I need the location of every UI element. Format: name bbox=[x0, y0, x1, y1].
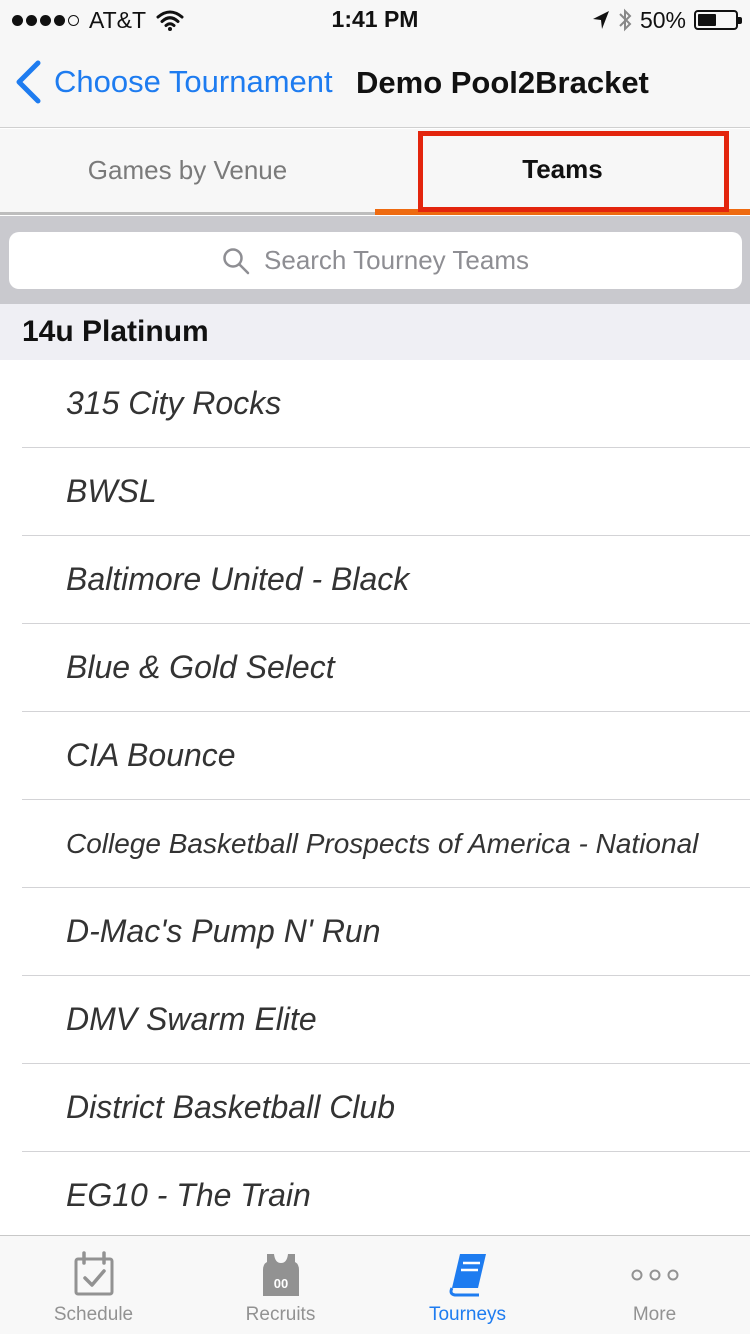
battery-percent: 50% bbox=[639, 6, 686, 33]
list-item[interactable]: DMV Swarm Elite bbox=[22, 976, 750, 1064]
list-item[interactable]: EG10 - The Train bbox=[22, 1152, 750, 1240]
list-item[interactable]: District Basketball Club bbox=[22, 1064, 750, 1152]
bottom-tab-bar: Schedule 00 Recruits Tourneys More bbox=[0, 1235, 750, 1334]
list-item[interactable]: D-Mac's Pump N' Run bbox=[22, 888, 750, 976]
search-input[interactable]: Search Tourney Teams bbox=[9, 232, 742, 289]
tab-tourneys-label: Tourneys bbox=[428, 1304, 507, 1325]
jersey-icon: 00 bbox=[262, 1254, 299, 1296]
tab-recruits-label: Recruits bbox=[245, 1304, 316, 1325]
tab-teams[interactable]: Teams bbox=[375, 129, 750, 215]
more-dots-icon bbox=[631, 1269, 678, 1281]
tab-more-label: More bbox=[632, 1304, 677, 1325]
team-name: College Basketball Prospects of America … bbox=[66, 827, 699, 859]
book-icon bbox=[449, 1254, 486, 1297]
team-name: Baltimore United - Black bbox=[66, 561, 410, 597]
battery-tip bbox=[738, 17, 742, 24]
list-item[interactable]: BWSL bbox=[22, 448, 750, 536]
section-header: 14u Platinum bbox=[0, 304, 750, 360]
tab-recruits[interactable]: 00 Recruits bbox=[187, 1236, 374, 1334]
list-item[interactable]: CIA Bounce bbox=[22, 712, 750, 800]
team-name: D-Mac's Pump N' Run bbox=[66, 913, 381, 949]
location-arrow-icon bbox=[592, 11, 609, 29]
tab-games-by-venue[interactable]: Games by Venue bbox=[0, 129, 375, 215]
battery-icon bbox=[694, 10, 742, 30]
jersey-number: 00 bbox=[273, 1276, 287, 1291]
status-bar: AT&T 1:41 PM 50% bbox=[0, 0, 750, 40]
team-list: 315 City Rocks BWSL Baltimore United - B… bbox=[0, 360, 750, 1240]
list-item[interactable]: College Basketball Prospects of America … bbox=[22, 800, 750, 888]
team-name: EG10 - The Train bbox=[66, 1177, 311, 1213]
search-icon bbox=[223, 247, 250, 274]
page-title: Demo Pool2Bracket bbox=[356, 65, 649, 100]
navigation-bar: Choose Tournament Demo Pool2Bracket bbox=[0, 40, 750, 128]
battery-level bbox=[698, 14, 716, 26]
team-name: Blue & Gold Select bbox=[66, 649, 335, 685]
team-name: DMV Swarm Elite bbox=[66, 1001, 317, 1037]
back-button[interactable]: Choose Tournament bbox=[14, 60, 333, 104]
tab-tourneys[interactable]: Tourneys bbox=[374, 1236, 561, 1334]
list-item[interactable]: Blue & Gold Select bbox=[22, 624, 750, 712]
team-name: District Basketball Club bbox=[66, 1089, 395, 1125]
tab-schedule[interactable]: Schedule bbox=[0, 1236, 187, 1334]
status-right: 50% bbox=[592, 6, 742, 34]
list-item[interactable]: 315 City Rocks bbox=[22, 360, 750, 448]
tab-more[interactable]: More bbox=[561, 1236, 748, 1334]
chevron-left-icon bbox=[16, 60, 41, 104]
bluetooth-icon bbox=[619, 8, 632, 32]
team-name: BWSL bbox=[66, 473, 157, 509]
back-button-label: Choose Tournament bbox=[54, 64, 333, 99]
list-item[interactable]: Baltimore United - Black bbox=[22, 536, 750, 624]
search-bar: Search Tourney Teams bbox=[0, 216, 750, 304]
team-name: 315 City Rocks bbox=[66, 385, 282, 421]
search-placeholder: Search Tourney Teams bbox=[264, 245, 529, 275]
tab-schedule-label: Schedule bbox=[53, 1304, 134, 1325]
calendar-check-icon bbox=[74, 1251, 113, 1296]
segment-tabs: Games by Venue Teams bbox=[0, 129, 750, 215]
team-name: CIA Bounce bbox=[66, 737, 236, 773]
